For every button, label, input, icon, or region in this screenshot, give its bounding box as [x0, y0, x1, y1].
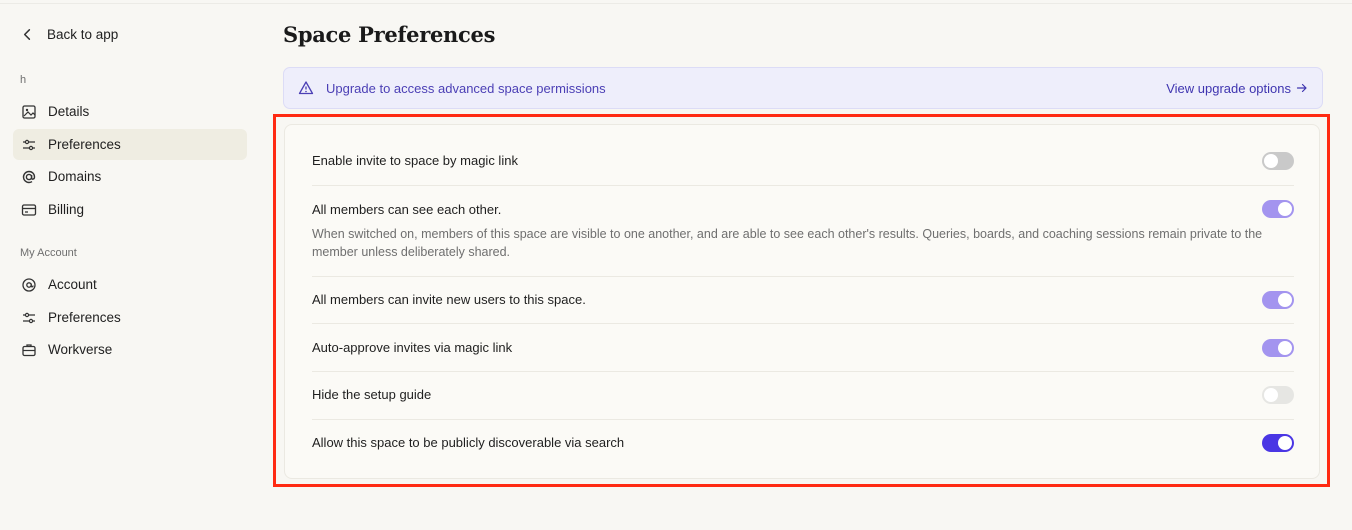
setting-row-members-see-each-other: All members can see each other. When swi… [312, 186, 1294, 277]
page-title: Space Preferences [283, 22, 496, 47]
back-to-app-label: Back to app [47, 27, 119, 42]
setting-label: All members can invite new users to this… [312, 292, 586, 307]
hide-setup-guide-toggle[interactable] [1262, 386, 1294, 404]
sidebar-item-label: Preferences [48, 137, 121, 152]
at-circle-icon [22, 277, 36, 292]
arrow-right-icon [1296, 83, 1307, 93]
sidebar-item-label: Billing [48, 202, 85, 217]
toggle-knob [1278, 202, 1292, 216]
sidebar-item-label: Domains [48, 169, 102, 184]
magic-link-invite-toggle[interactable] [1262, 152, 1294, 170]
sidebar-item-label: Preferences [48, 310, 121, 325]
my-account-section-label: My Account [20, 247, 77, 259]
sidebar-item-workverse[interactable]: Workverse [13, 334, 247, 365]
sidebar: Back to app h Details Preferences Domain… [0, 0, 260, 530]
upgrade-banner: Upgrade to access advanced space permiss… [283, 67, 1323, 109]
sliders-icon [23, 139, 35, 150]
sidebar-item-label: Workverse [48, 342, 113, 357]
view-upgrade-options-label: View upgrade options [1166, 80, 1291, 96]
briefcase-icon [22, 343, 36, 356]
setting-row-magic-link-invite: Enable invite to space by magic link [312, 140, 1294, 186]
setting-label: Allow this space to be publicly discover… [312, 435, 625, 450]
sidebar-item-label: Account [48, 277, 97, 292]
toggle-knob [1264, 154, 1278, 168]
credit-card-icon [21, 203, 37, 216]
auto-approve-invites-toggle[interactable] [1262, 339, 1294, 357]
upgrade-banner-text: Upgrade to access advanced space permiss… [326, 80, 606, 96]
space-section-label: h [20, 74, 27, 86]
sidebar-item-details[interactable]: Details [13, 96, 247, 127]
sidebar-item-label: Details [48, 104, 90, 119]
public-discoverable-toggle[interactable] [1262, 434, 1294, 452]
sidebar-item-account-preferences[interactable]: Preferences [13, 302, 247, 333]
sidebar-item-billing[interactable]: Billing [13, 194, 247, 225]
warning-icon [298, 81, 314, 95]
setting-label: All members can see each other. [312, 202, 502, 217]
toggle-knob [1278, 436, 1292, 450]
toggle-knob [1278, 293, 1292, 307]
setting-row-public-discoverable: Allow this space to be publicly discover… [312, 420, 1294, 466]
setting-row-hide-setup-guide: Hide the setup guide [312, 372, 1294, 420]
sidebar-item-domains[interactable]: Domains [13, 161, 247, 192]
setting-description: When switched on, members of this space … [312, 227, 1263, 259]
setting-row-auto-approve-invites: Auto-approve invites via magic link [312, 324, 1294, 372]
members-see-each-other-toggle[interactable] [1262, 200, 1294, 218]
view-upgrade-options-link[interactable]: View upgrade options [1166, 81, 1308, 96]
sidebar-item-preferences[interactable]: Preferences [13, 129, 247, 160]
toggle-knob [1278, 341, 1292, 355]
setting-row-members-invite-users: All members can invite new users to this… [312, 277, 1294, 324]
sliders-icon [23, 312, 35, 323]
sidebar-item-account[interactable]: Account [13, 269, 247, 300]
back-to-app-link[interactable]: Back to app [20, 27, 118, 42]
toggle-knob [1264, 388, 1278, 402]
chevron-left-icon [23, 29, 31, 40]
at-icon [22, 170, 36, 183]
setting-label: Auto-approve invites via magic link [312, 340, 513, 355]
setting-label: Hide the setup guide [312, 387, 432, 402]
members-invite-users-toggle[interactable] [1262, 291, 1294, 309]
setting-label: Enable invite to space by magic link [312, 153, 518, 168]
image-icon [22, 104, 36, 119]
